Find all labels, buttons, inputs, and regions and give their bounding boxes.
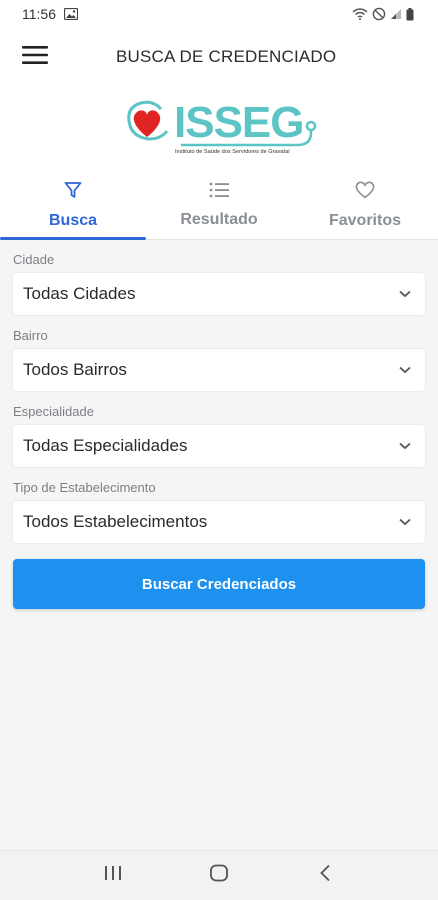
buscar-credenciados-button[interactable]: Buscar Credenciados <box>13 559 425 609</box>
bairro-select[interactable]: Todos Bairros <box>13 349 425 391</box>
tab-bar: Busca Resultado Favoritos <box>0 172 438 240</box>
field-label-tipo-estabelecimento: Tipo de Estabelecimento <box>13 480 156 495</box>
logo-wordmark: ISSEG <box>174 98 304 147</box>
tab-label: Busca <box>48 212 98 229</box>
isseg-logo: ISSEG Instituto de Saúde dos Servidores … <box>127 98 317 155</box>
page-title: BUSCA DE CREDENCIADO <box>116 47 337 66</box>
app-bar: BUSCA DE CREDENCIADO <box>0 28 438 86</box>
logo-area: ISSEG Instituto de Saúde dos Servidores … <box>0 86 438 172</box>
signal-icon <box>390 8 402 20</box>
chevron-down-icon <box>399 437 411 455</box>
tab-favoritos[interactable]: Favoritos <box>292 172 438 239</box>
battery-icon <box>406 7 414 21</box>
tab-busca[interactable]: Busca <box>0 172 146 240</box>
field-label-bairro: Bairro <box>13 328 48 343</box>
image-icon <box>64 8 78 20</box>
chevron-down-icon <box>399 361 411 379</box>
logo-tagline: Instituto de Saúde dos Servidores de Gra… <box>175 149 290 155</box>
status-bar: 11:56 <box>0 0 438 28</box>
tab-label: Resultado <box>180 211 258 228</box>
tab-label: Favoritos <box>328 212 401 229</box>
wifi-icon <box>352 8 368 20</box>
chevron-down-icon <box>399 285 411 303</box>
menu-button[interactable] <box>0 28 70 86</box>
home-icon <box>209 864 229 887</box>
select-value: Todos Estabelecimentos <box>23 512 208 531</box>
recent-apps-button[interactable] <box>83 856 143 896</box>
select-value: Todas Especialidades <box>23 436 188 455</box>
select-value: Todos Bairros <box>23 360 127 379</box>
field-label-cidade: Cidade <box>13 252 55 267</box>
especialidade-select[interactable]: Todas Especialidades <box>13 425 425 467</box>
back-button[interactable] <box>295 856 355 896</box>
hamburger-menu-icon <box>22 45 48 70</box>
system-nav-bar <box>0 850 438 900</box>
list-icon <box>209 182 229 203</box>
home-button[interactable] <box>189 856 249 896</box>
heart-outline-icon <box>355 181 375 204</box>
cidade-select[interactable]: Todas Cidades <box>13 273 425 315</box>
back-icon <box>319 864 331 887</box>
chevron-down-icon <box>399 513 411 531</box>
search-form: Cidade Todas Cidades Bairro Todos Bairro… <box>13 252 426 556</box>
recent-apps-icon <box>104 865 122 886</box>
tab-resultado[interactable]: Resultado <box>146 172 292 239</box>
active-tab-indicator <box>0 237 146 240</box>
do-not-disturb-icon <box>372 7 386 21</box>
status-time: 11:56 <box>22 6 56 22</box>
select-value: Todas Cidades <box>23 284 136 303</box>
field-label-especialidade: Especialidade <box>13 404 94 419</box>
filter-icon <box>64 181 82 204</box>
tipo-estabelecimento-select[interactable]: Todos Estabelecimentos <box>13 501 425 543</box>
